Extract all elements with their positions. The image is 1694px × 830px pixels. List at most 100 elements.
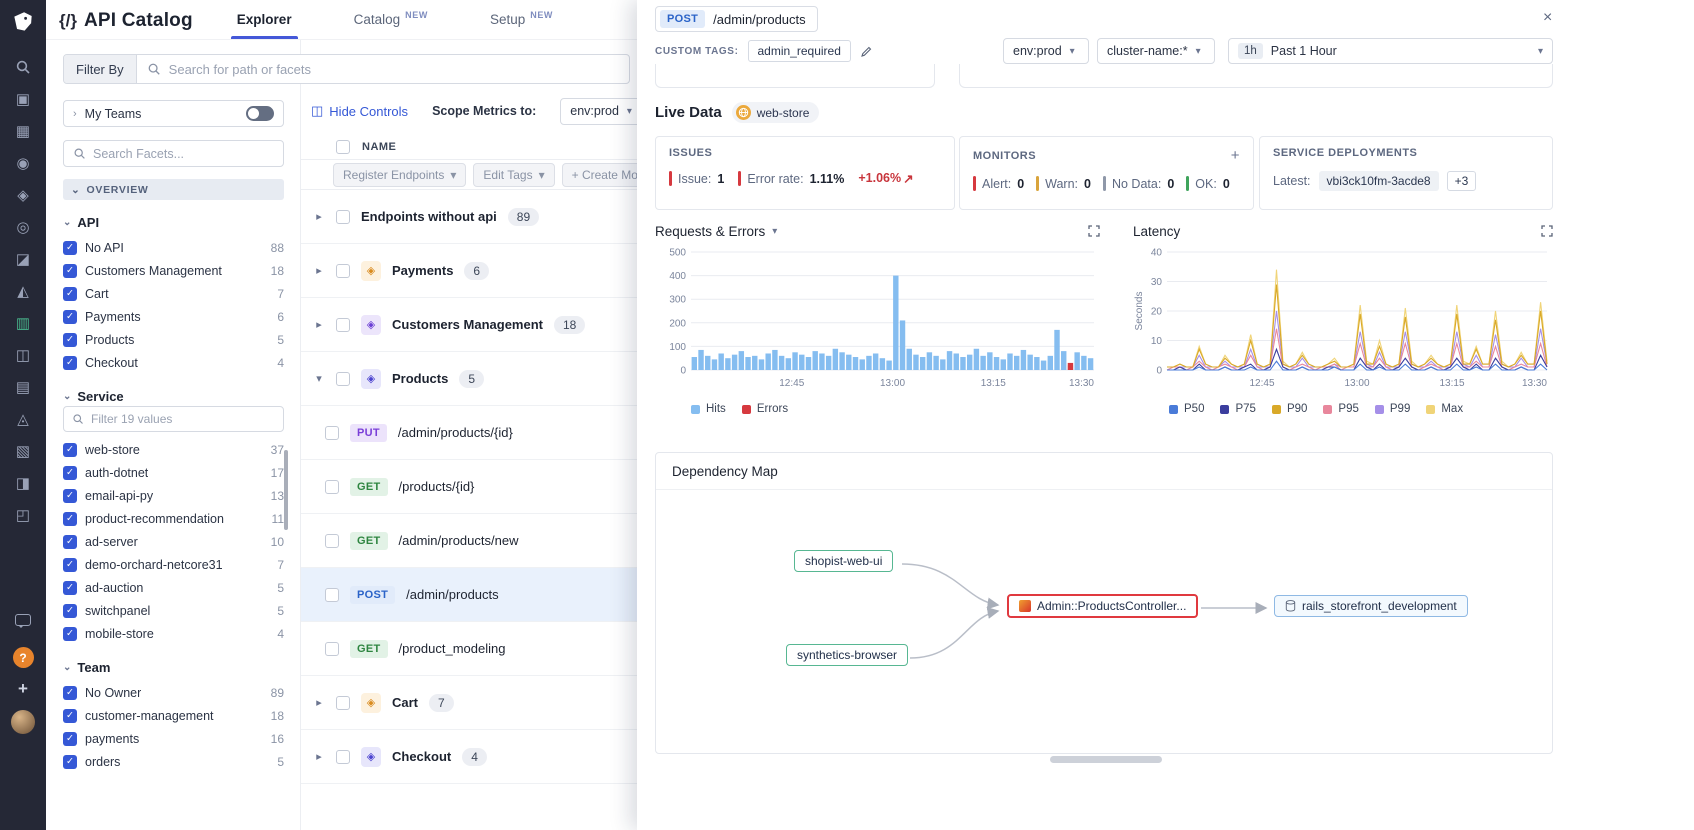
facet-item[interactable]: ad-auction5 bbox=[63, 576, 284, 599]
my-teams-toggle[interactable] bbox=[246, 106, 274, 121]
facet-group-service[interactable]: ⌄ Service bbox=[63, 389, 284, 404]
hide-controls-button[interactable]: ◫ Hide Controls bbox=[311, 103, 408, 119]
row-checkbox[interactable] bbox=[336, 372, 350, 386]
deployment-more-chip[interactable]: +3 bbox=[1447, 171, 1477, 191]
checkbox-checked[interactable] bbox=[63, 732, 77, 746]
facet-item[interactable]: Payments6 bbox=[63, 305, 284, 328]
checkbox-checked[interactable] bbox=[63, 627, 77, 641]
time-range-dropdown[interactable]: 1h Past 1 Hour ▾ bbox=[1228, 38, 1553, 64]
node-rails-storefront-development[interactable]: rails_storefront_development bbox=[1274, 595, 1468, 617]
deployment-version-chip[interactable]: vbi3ck10fm-3acde8 bbox=[1319, 171, 1439, 191]
facet-item[interactable]: customer-management18 bbox=[63, 704, 284, 727]
requests-errors-select[interactable]: Requests & Errors ▾ bbox=[655, 224, 777, 239]
legend-item[interactable]: P99 bbox=[1375, 403, 1410, 415]
checkbox-checked[interactable] bbox=[63, 686, 77, 700]
env-filter-dropdown[interactable]: env:prod ▾ bbox=[1003, 38, 1089, 64]
legend-item[interactable]: P50 bbox=[1169, 403, 1204, 415]
user-avatar[interactable] bbox=[11, 710, 35, 734]
checkbox-checked[interactable] bbox=[63, 356, 77, 370]
ci-icon[interactable]: ▧ bbox=[6, 435, 40, 467]
name-column-header[interactable]: NAME bbox=[362, 141, 396, 153]
scope-env-dropdown[interactable]: env:prod ▾ bbox=[560, 98, 642, 125]
row-checkbox[interactable] bbox=[336, 264, 350, 278]
facet-item[interactable]: web-store37 bbox=[63, 438, 284, 461]
tab-explorer[interactable]: Explorer bbox=[231, 0, 298, 39]
cluster-filter-dropdown[interactable]: cluster-name:* ▾ bbox=[1097, 38, 1215, 64]
my-teams-row[interactable]: › My Teams bbox=[63, 100, 284, 127]
checkbox-checked[interactable] bbox=[63, 755, 77, 769]
invite-icon[interactable]: + bbox=[18, 679, 28, 699]
expand-icon[interactable] bbox=[1088, 225, 1100, 237]
search-icon[interactable] bbox=[6, 51, 40, 83]
legend-item[interactable]: P95 bbox=[1323, 403, 1358, 415]
facet-search-input[interactable] bbox=[93, 147, 274, 161]
synthetics-icon[interactable]: ◎ bbox=[6, 211, 40, 243]
settings-icon[interactable]: ◰ bbox=[6, 499, 40, 531]
chevron-right-icon[interactable]: ▸ bbox=[313, 264, 325, 277]
service-pill[interactable]: web-store bbox=[732, 102, 820, 123]
dependency-map-canvas[interactable]: shopist-web-ui synthetics-browser Admin:… bbox=[656, 490, 1552, 753]
facet-item[interactable]: orders5 bbox=[63, 750, 284, 773]
checkbox-checked[interactable] bbox=[63, 264, 77, 278]
expand-icon[interactable] bbox=[1541, 225, 1553, 237]
checkbox-checked[interactable] bbox=[63, 241, 77, 255]
register-endpoints-button[interactable]: Register Endpoints▾ bbox=[333, 163, 466, 187]
legend-item[interactable]: Errors bbox=[742, 403, 788, 415]
checkbox-checked[interactable] bbox=[63, 310, 77, 324]
search-input[interactable] bbox=[169, 62, 619, 77]
row-checkbox[interactable] bbox=[336, 750, 350, 764]
tab-setup[interactable]: Setup NEW bbox=[484, 0, 559, 39]
checkbox-checked[interactable] bbox=[63, 535, 77, 549]
network-icon[interactable]: ◫ bbox=[6, 339, 40, 371]
overview-section-header[interactable]: ⌄ OVERVIEW bbox=[63, 179, 284, 200]
facet-item[interactable]: email-api-py13 bbox=[63, 484, 284, 507]
checkbox-checked[interactable] bbox=[63, 581, 77, 595]
custom-tag-admin-required[interactable]: admin_required bbox=[748, 40, 851, 62]
facet-item[interactable]: auth-dotnet17 bbox=[63, 461, 284, 484]
api-catalog-icon[interactable]: ▥ bbox=[6, 307, 40, 339]
filter-by-button[interactable]: Filter By bbox=[64, 55, 137, 83]
row-checkbox[interactable] bbox=[325, 426, 339, 440]
horizontal-scrollbar[interactable] bbox=[1050, 756, 1162, 763]
row-checkbox[interactable] bbox=[325, 588, 339, 602]
apm-icon[interactable]: ◈ bbox=[6, 179, 40, 211]
help-icon[interactable]: ? bbox=[13, 647, 34, 668]
row-checkbox[interactable] bbox=[336, 318, 350, 332]
dashboards-icon[interactable]: ▦ bbox=[6, 115, 40, 147]
service-filter-input[interactable] bbox=[91, 412, 275, 426]
checkbox-checked[interactable] bbox=[63, 512, 77, 526]
latency-chart[interactable]: 01020304012:4513:0013:1513:30Seconds bbox=[1133, 244, 1553, 399]
logs-icon[interactable]: ▤ bbox=[6, 371, 40, 403]
node-admin-products-controller[interactable]: Admin::ProductsController... bbox=[1007, 594, 1198, 618]
checkbox-checked[interactable] bbox=[63, 287, 77, 301]
metrics-icon[interactable]: ◉ bbox=[6, 147, 40, 179]
chevron-right-icon[interactable]: ▸ bbox=[313, 696, 325, 709]
datadog-logo[interactable] bbox=[8, 7, 38, 37]
checkbox-checked[interactable] bbox=[63, 443, 77, 457]
facet-scrollbar[interactable] bbox=[284, 450, 288, 530]
facet-item[interactable]: ad-server10 bbox=[63, 530, 284, 553]
edit-pencil-icon[interactable] bbox=[860, 45, 873, 58]
legend-item[interactable]: Max bbox=[1426, 403, 1463, 415]
edit-tags-button[interactable]: Edit Tags▾ bbox=[473, 163, 554, 187]
chevron-right-icon[interactable]: ▸ bbox=[313, 750, 325, 763]
facet-group-team[interactable]: ⌄ Team bbox=[63, 660, 284, 675]
chevron-right-icon[interactable]: ▸ bbox=[313, 318, 325, 331]
chevron-down-icon[interactable]: ▾ bbox=[313, 372, 325, 385]
rum-icon[interactable]: ◪ bbox=[6, 243, 40, 275]
row-checkbox[interactable] bbox=[325, 642, 339, 656]
close-icon[interactable]: × bbox=[1543, 9, 1552, 27]
checkbox-checked[interactable] bbox=[63, 466, 77, 480]
facet-item[interactable]: Products5 bbox=[63, 328, 284, 351]
legend-item[interactable]: P75 bbox=[1220, 403, 1255, 415]
facet-item[interactable]: product-recommendation11 bbox=[63, 507, 284, 530]
facet-item[interactable]: mobile-store4 bbox=[63, 622, 284, 645]
facet-item[interactable]: Checkout4 bbox=[63, 351, 284, 374]
checkbox-checked[interactable] bbox=[63, 489, 77, 503]
facet-item[interactable]: switchpanel5 bbox=[63, 599, 284, 622]
row-checkbox[interactable] bbox=[325, 480, 339, 494]
chevron-right-icon[interactable]: ▸ bbox=[313, 210, 325, 223]
database-icon[interactable]: ◨ bbox=[6, 467, 40, 499]
facet-item[interactable]: Cart7 bbox=[63, 282, 284, 305]
infrastructure-icon[interactable]: ▣ bbox=[6, 83, 40, 115]
